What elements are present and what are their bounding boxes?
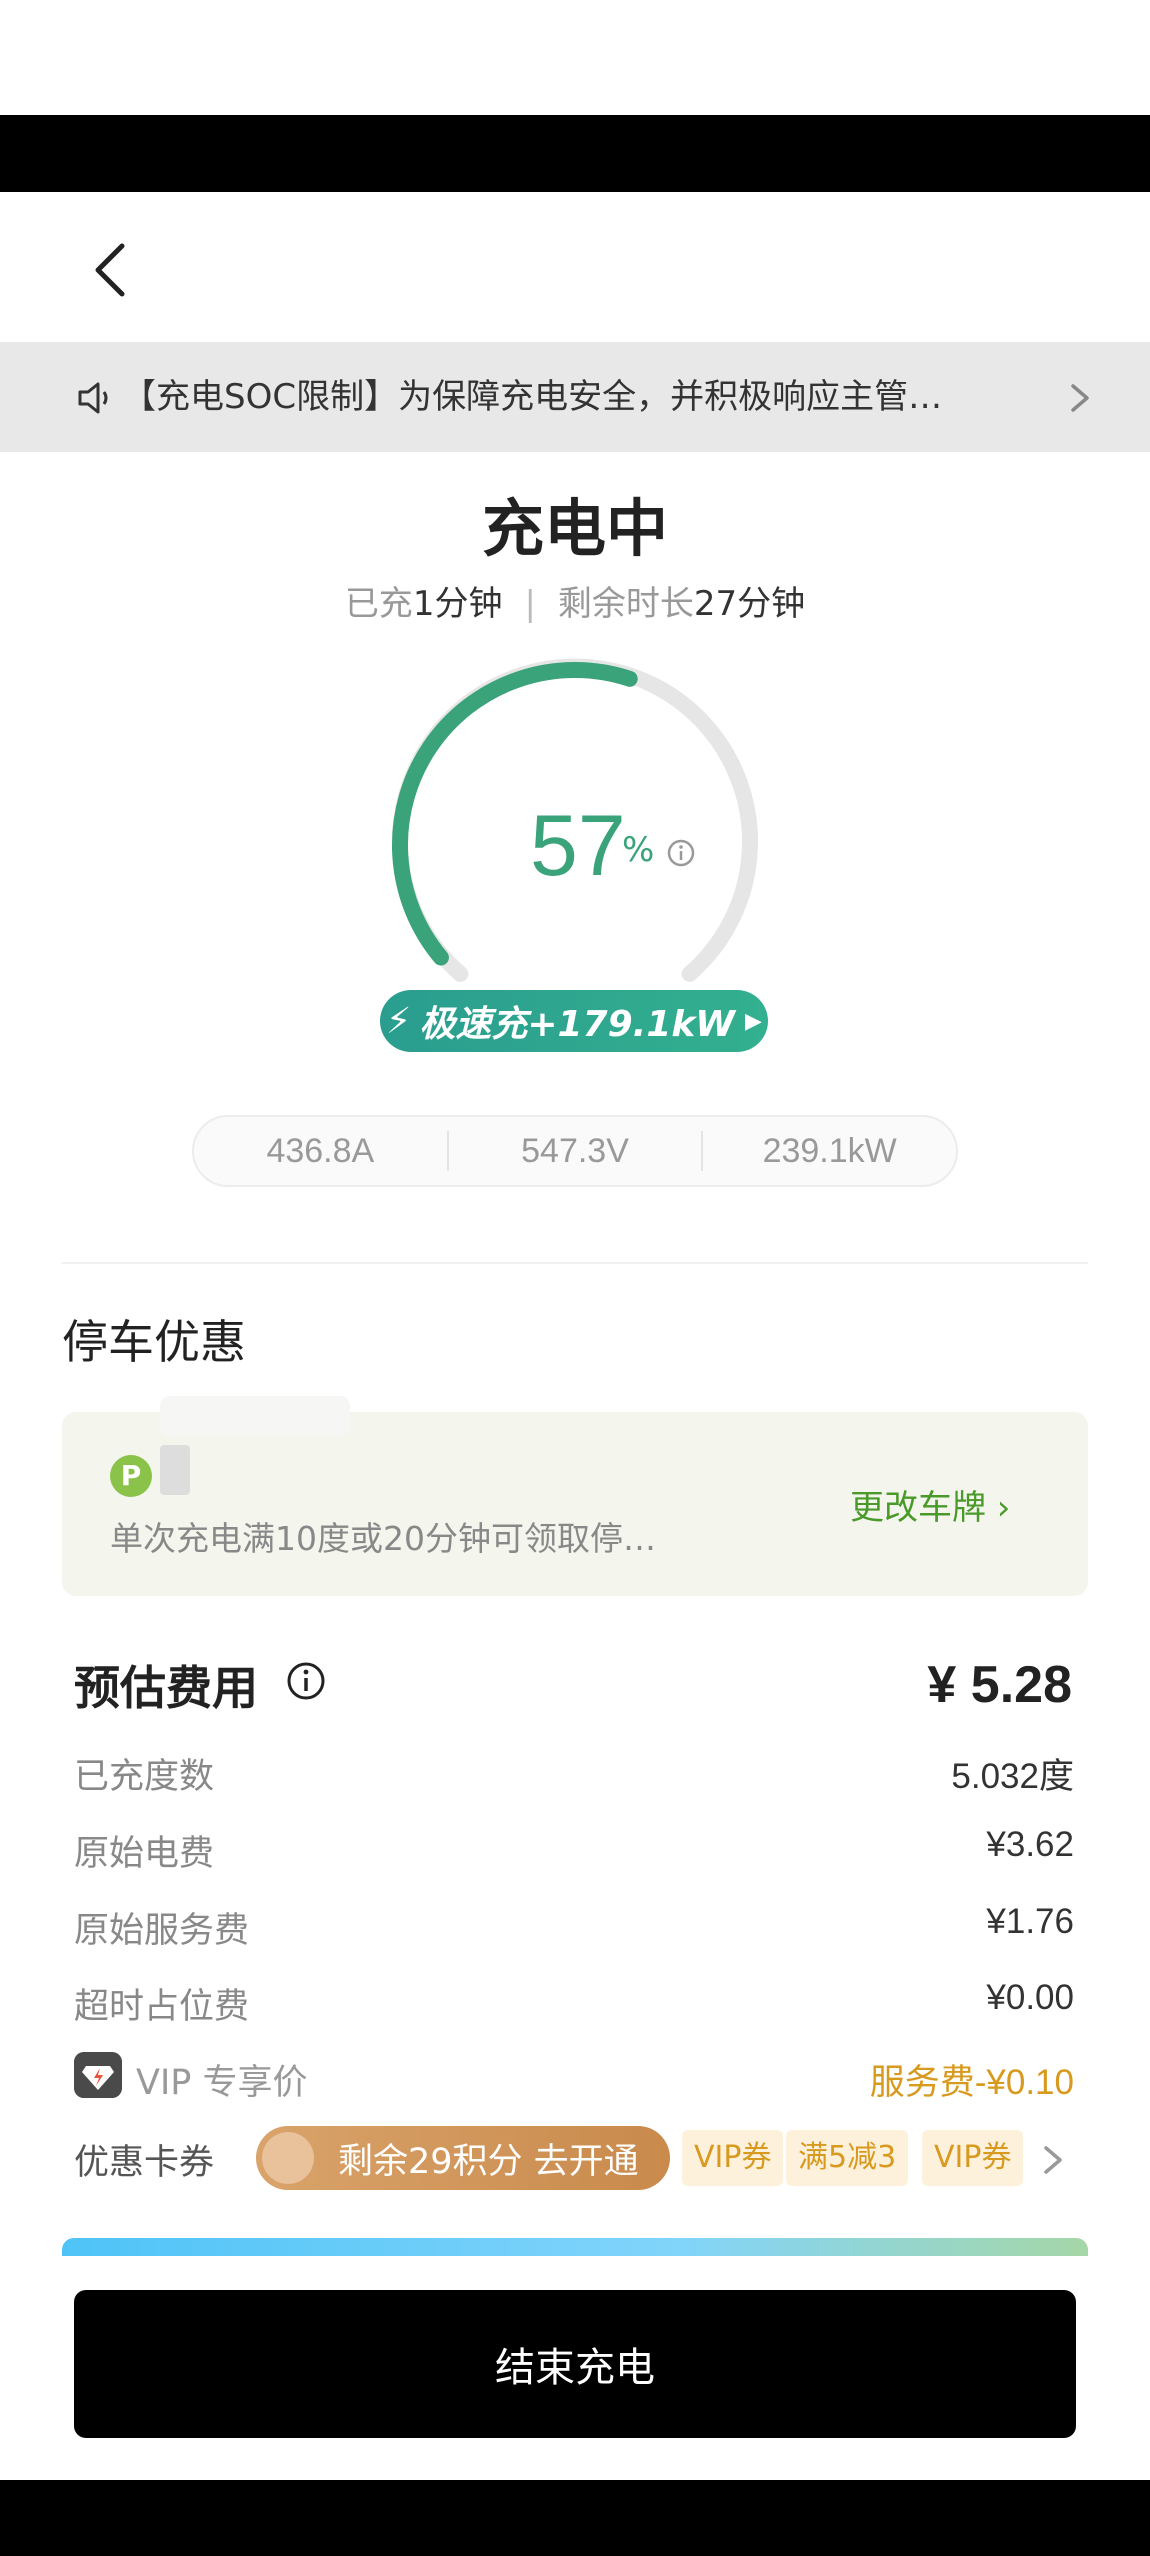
separator: | [524, 584, 536, 624]
estimated-fee-total: ¥ 5.28 [927, 1656, 1072, 1714]
status-bar-area [0, 0, 1150, 115]
vip-price-label: VIP 专享价 [136, 2063, 308, 2103]
fee-row-value: ¥0.00 [986, 1978, 1074, 2017]
parking-icon: P [110, 1455, 152, 1497]
fast-charge-label: 极速充+179.1kW [419, 1004, 736, 1045]
charging-metrics: 436.8A 547.3V 239.1kW [192, 1115, 958, 1187]
parking-description: 单次充电满10度或20分钟可领取停… [110, 1519, 656, 1558]
coupon-tag[interactable]: VIP券 [922, 2130, 1024, 2186]
fee-row: 超时占位费 ¥0.00 [74, 1978, 1074, 2034]
lightning-icon: ⚡ [386, 1000, 412, 1042]
charged-value: 1分钟 [412, 584, 503, 624]
blurred-area [160, 1396, 350, 1436]
change-plate-button[interactable]: 更改车牌 › [850, 1480, 1010, 1529]
coupon-tag[interactable]: 满5减3 [786, 2130, 909, 2186]
charged-label: 已充 [344, 584, 413, 624]
section-divider [62, 1262, 1088, 1264]
fee-row-label: 原始服务费 [74, 1911, 250, 1951]
fee-row-value: ¥1.76 [986, 1902, 1074, 1941]
points-activate-button[interactable]: 剩余29积分 去开通 [256, 2126, 670, 2190]
fee-row-value: 5.032度 [951, 1757, 1074, 1796]
estimated-fee-title: 预估费用 [74, 1661, 258, 1715]
chevron-right-icon [1071, 384, 1089, 412]
info-icon[interactable] [666, 838, 696, 868]
speaker-icon [78, 382, 108, 414]
remaining-label: 剩余时长 [557, 584, 694, 624]
promo-banner[interactable] [62, 2238, 1088, 2256]
voltage-metric: 547.3V [521, 1131, 629, 1170]
fast-charge-badge[interactable]: ⚡ 极速充+179.1kW ▶ [380, 990, 768, 1052]
fee-row: 已充度数 5.032度 [74, 1748, 1074, 1804]
fee-row-value: ¥3.62 [986, 1825, 1074, 1864]
end-charging-button[interactable]: 结束充电 [74, 2290, 1076, 2438]
charge-percent-sign: % [622, 830, 655, 870]
fee-row-label: 原始电费 [74, 1834, 215, 1874]
current-metric: 436.8A [266, 1131, 375, 1170]
chevron-right-icon[interactable] [1040, 2140, 1066, 2180]
coupon-tag[interactable]: VIP券 [682, 2130, 784, 2186]
coupon-label: 优惠卡券 [74, 2143, 215, 2183]
top-black-bar [0, 115, 1150, 192]
remaining-value: 27分钟 [693, 584, 806, 624]
fee-row: 原始电费 ¥3.62 [74, 1825, 1074, 1881]
points-coin-icon [262, 2132, 314, 2184]
notice-text: 【充电SOC限制】为保障充电安全，并积极响应主管… [122, 377, 943, 417]
parking-title: 停车优惠 [62, 1315, 246, 1369]
bottom-black-bar [0, 2480, 1150, 2556]
info-icon[interactable] [285, 1660, 327, 1702]
license-plate-blurred [160, 1445, 190, 1495]
charging-time-info: 已充1分钟 | 剩余时长27分钟 [0, 576, 1150, 625]
charging-status-title: 充电中 [481, 492, 668, 565]
fee-row: 原始服务费 ¥1.76 [74, 1902, 1074, 1958]
chevron-left-icon[interactable] [78, 234, 148, 304]
fee-row-label: 已充度数 [74, 1757, 215, 1797]
fee-row-label: 超时占位费 [74, 1987, 250, 2027]
vip-diamond-icon [74, 2052, 122, 2098]
charge-percent: 57 [530, 798, 626, 894]
notice-banner[interactable]: 【充电SOC限制】为保障充电安全，并积极响应主管… [0, 342, 1150, 452]
play-arrow-icon: ▶ [745, 1008, 762, 1034]
power-metric: 239.1kW [762, 1131, 897, 1170]
points-activate-label: 剩余29积分 去开通 [338, 2141, 639, 2182]
vip-price-value: 服务费-¥0.10 [869, 2063, 1074, 2102]
nav-bar [0, 192, 1150, 342]
